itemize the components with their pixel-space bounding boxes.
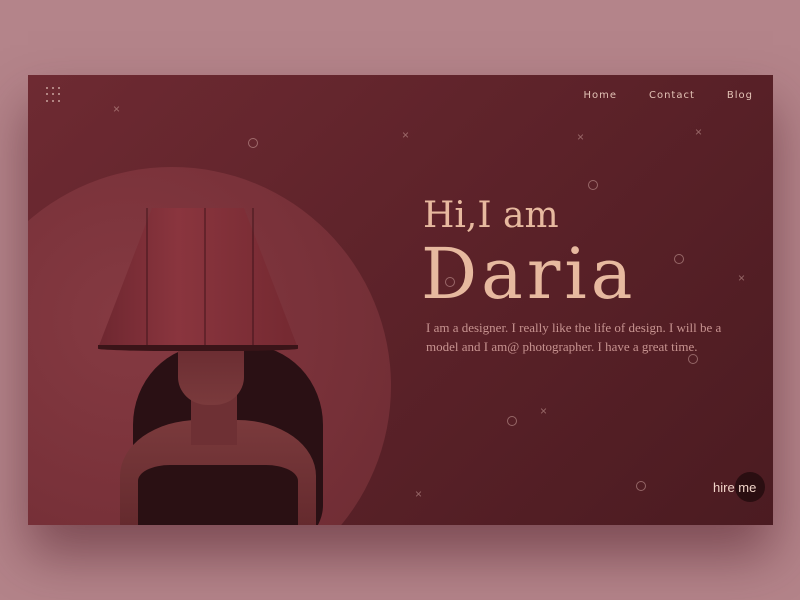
lampshade-rim xyxy=(98,345,298,351)
ring-decoration xyxy=(674,254,684,264)
greeting-heading: Hi,I am xyxy=(423,195,559,236)
hire-me-label: hire me xyxy=(713,480,757,495)
cross-decoration: × xyxy=(695,125,703,139)
lampshade-seam xyxy=(204,208,206,348)
ring-decoration xyxy=(507,416,517,426)
bio-text: I am a designer. I really like the life … xyxy=(426,320,722,354)
hero-card: Home Contact Blog × × × × × × × Hi,I am … xyxy=(28,75,773,525)
cross-decoration: × xyxy=(540,404,548,418)
grid-menu-icon[interactable] xyxy=(46,87,62,103)
cross-decoration: × xyxy=(577,130,585,144)
nav-link-contact[interactable]: Contact xyxy=(649,90,695,101)
portrait-top xyxy=(138,465,298,525)
portrait-face xyxy=(178,343,244,405)
top-nav: Home Contact Blog xyxy=(583,90,753,101)
name-heading: Daria xyxy=(421,233,637,315)
ring-decoration xyxy=(588,180,598,190)
lampshade-seam xyxy=(252,208,254,348)
nav-link-blog[interactable]: Blog xyxy=(727,90,753,101)
lampshade-seam xyxy=(146,208,148,348)
cross-decoration: × xyxy=(113,102,121,116)
cross-decoration: × xyxy=(738,271,746,285)
hire-me-button[interactable]: hire me xyxy=(713,471,773,503)
cross-decoration: × xyxy=(415,487,423,501)
ring-decoration xyxy=(248,138,258,148)
cross-decoration: × xyxy=(402,128,410,142)
nav-link-home[interactable]: Home xyxy=(583,90,617,101)
ring-decoration xyxy=(636,481,646,491)
